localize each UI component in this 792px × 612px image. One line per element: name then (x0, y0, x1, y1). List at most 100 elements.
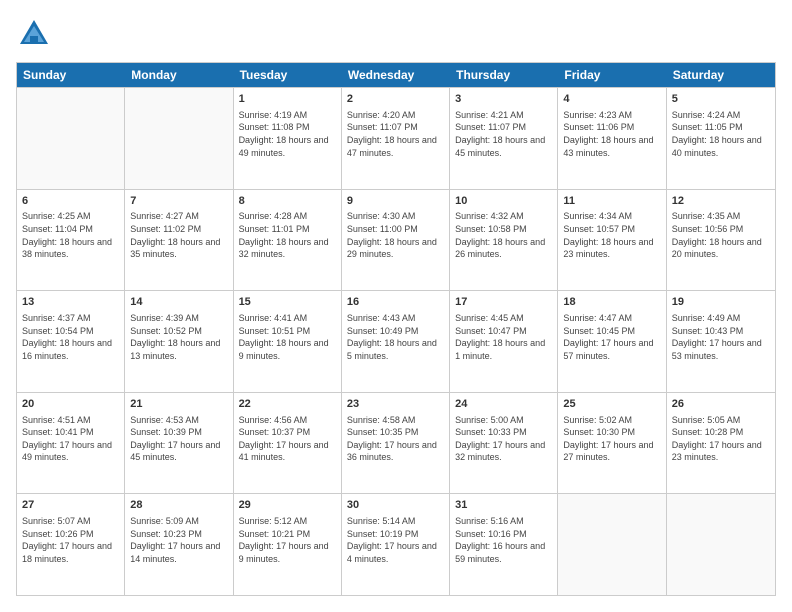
cell-info: Sunrise: 5:12 AM Sunset: 10:21 PM Daylig… (239, 515, 336, 565)
table-row: 2 Sunrise: 4:20 AM Sunset: 11:07 PM Dayli… (342, 88, 450, 189)
calendar-week: 13Sunrise: 4:37 AM Sunset: 10:54 PM Dayl… (17, 290, 775, 392)
table-row: 7Sunrise: 4:27 AM Sunset: 11:02 PM Dayli… (125, 190, 233, 291)
cell-info: Sunrise: 4:51 AM Sunset: 10:41 PM Daylig… (22, 414, 119, 464)
day-number: 16 (347, 295, 444, 310)
cell-info: Sunrise: 4:34 AM Sunset: 10:57 PM Daylig… (563, 210, 660, 260)
table-row: 15 Sunrise: 4:41 AM Sunset: 10:51 PM Dayl… (234, 291, 342, 392)
day-number: 31 (455, 498, 552, 513)
day-number: 7 (130, 194, 227, 209)
table-row: 24 Sunrise: 5:00 AM Sunset: 10:33 PM Dayl… (450, 393, 558, 494)
day-number: 21 (130, 397, 227, 412)
day-number: 5 (672, 92, 770, 107)
page: SundayMondayTuesdayWednesdayThursdayFrid… (0, 0, 792, 612)
cell-info: Sunrise: 5:14 AM Sunset: 10:19 PM Daylig… (347, 515, 444, 565)
calendar-week: 27Sunrise: 5:07 AM Sunset: 10:26 PM Dayl… (17, 493, 775, 595)
day-number: 29 (239, 498, 336, 513)
day-number: 3 (455, 92, 552, 107)
table-row: 16 Sunrise: 4:43 AM Sunset: 10:49 PM Dayl… (342, 291, 450, 392)
day-number: 26 (672, 397, 770, 412)
table-row: 19 Sunrise: 4:49 AM Sunset: 10:43 PM Dayl… (667, 291, 775, 392)
calendar: SundayMondayTuesdayWednesdayThursdayFrid… (16, 62, 776, 596)
day-number: 10 (455, 194, 552, 209)
cell-info: Sunrise: 5:09 AM Sunset: 10:23 PM Daylig… (130, 515, 227, 565)
calendar-header: SundayMondayTuesdayWednesdayThursdayFrid… (17, 63, 775, 87)
cell-info: Sunrise: 5:16 AM Sunset: 10:16 PM Daylig… (455, 515, 552, 565)
day-number: 15 (239, 295, 336, 310)
cell-info: Sunrise: 4:49 AM Sunset: 10:43 PM Daylig… (672, 312, 770, 362)
day-number: 19 (672, 295, 770, 310)
table-row: 5 Sunrise: 4:24 AM Sunset: 11:05 PM Dayli… (667, 88, 775, 189)
calendar-header-day: Monday (125, 63, 233, 87)
table-row: 23 Sunrise: 4:58 AM Sunset: 10:35 PM Dayl… (342, 393, 450, 494)
cell-info: Sunrise: 4:19 AM Sunset: 11:08 PM Daylig… (239, 109, 336, 159)
table-row: 13Sunrise: 4:37 AM Sunset: 10:54 PM Dayl… (17, 291, 125, 392)
day-number: 25 (563, 397, 660, 412)
day-number: 22 (239, 397, 336, 412)
cell-info: Sunrise: 4:23 AM Sunset: 11:06 PM Daylig… (563, 109, 660, 159)
calendar-header-day: Wednesday (342, 63, 450, 87)
table-row: 12Sunrise: 4:35 AM Sunset: 10:56 PM Dayl… (667, 190, 775, 291)
day-number: 1 (239, 92, 336, 107)
table-row: 25Sunrise: 5:02 AM Sunset: 10:30 PM Dayl… (558, 393, 666, 494)
table-row (17, 88, 125, 189)
cell-info: Sunrise: 4:53 AM Sunset: 10:39 PM Daylig… (130, 414, 227, 464)
table-row: 28Sunrise: 5:09 AM Sunset: 10:23 PM Dayl… (125, 494, 233, 595)
calendar-header-day: Sunday (17, 63, 125, 87)
table-row: 18Sunrise: 4:47 AM Sunset: 10:45 PM Dayl… (558, 291, 666, 392)
cell-info: Sunrise: 4:35 AM Sunset: 10:56 PM Daylig… (672, 210, 770, 260)
table-row: 6Sunrise: 4:25 AM Sunset: 11:04 PM Dayli… (17, 190, 125, 291)
day-number: 23 (347, 397, 444, 412)
table-row: 11Sunrise: 4:34 AM Sunset: 10:57 PM Dayl… (558, 190, 666, 291)
cell-info: Sunrise: 4:39 AM Sunset: 10:52 PM Daylig… (130, 312, 227, 362)
day-number: 2 (347, 92, 444, 107)
cell-info: Sunrise: 4:43 AM Sunset: 10:49 PM Daylig… (347, 312, 444, 362)
day-number: 13 (22, 295, 119, 310)
calendar-week: 1 Sunrise: 4:19 AM Sunset: 11:08 PM Dayli… (17, 87, 775, 189)
logo (16, 16, 56, 52)
logo-icon (16, 16, 52, 52)
table-row: 8Sunrise: 4:28 AM Sunset: 11:01 PM Dayli… (234, 190, 342, 291)
table-row: 27Sunrise: 5:07 AM Sunset: 10:26 PM Dayl… (17, 494, 125, 595)
day-number: 30 (347, 498, 444, 513)
cell-info: Sunrise: 4:32 AM Sunset: 10:58 PM Daylig… (455, 210, 552, 260)
table-row: 10Sunrise: 4:32 AM Sunset: 10:58 PM Dayl… (450, 190, 558, 291)
cell-info: Sunrise: 4:30 AM Sunset: 11:00 PM Daylig… (347, 210, 444, 260)
cell-info: Sunrise: 4:20 AM Sunset: 11:07 PM Daylig… (347, 109, 444, 159)
calendar-week: 20 Sunrise: 4:51 AM Sunset: 10:41 PM Dayl… (17, 392, 775, 494)
table-row: 9Sunrise: 4:30 AM Sunset: 11:00 PM Dayli… (342, 190, 450, 291)
day-number: 8 (239, 194, 336, 209)
table-row: 17 Sunrise: 4:45 AM Sunset: 10:47 PM Dayl… (450, 291, 558, 392)
cell-info: Sunrise: 4:56 AM Sunset: 10:37 PM Daylig… (239, 414, 336, 464)
cell-info: Sunrise: 4:25 AM Sunset: 11:04 PM Daylig… (22, 210, 119, 260)
table-row: 14 Sunrise: 4:39 AM Sunset: 10:52 PM Dayl… (125, 291, 233, 392)
cell-info: Sunrise: 4:41 AM Sunset: 10:51 PM Daylig… (239, 312, 336, 362)
day-number: 18 (563, 295, 660, 310)
day-number: 20 (22, 397, 119, 412)
calendar-body: 1 Sunrise: 4:19 AM Sunset: 11:08 PM Dayli… (17, 87, 775, 595)
header (16, 16, 776, 52)
table-row: 4 Sunrise: 4:23 AM Sunset: 11:06 PM Dayli… (558, 88, 666, 189)
calendar-header-day: Saturday (667, 63, 775, 87)
table-row: 29 Sunrise: 5:12 AM Sunset: 10:21 PM Dayl… (234, 494, 342, 595)
table-row: 26Sunrise: 5:05 AM Sunset: 10:28 PM Dayl… (667, 393, 775, 494)
cell-info: Sunrise: 5:07 AM Sunset: 10:26 PM Daylig… (22, 515, 119, 565)
table-row: 30 Sunrise: 5:14 AM Sunset: 10:19 PM Dayl… (342, 494, 450, 595)
day-number: 4 (563, 92, 660, 107)
day-number: 14 (130, 295, 227, 310)
day-number: 9 (347, 194, 444, 209)
day-number: 17 (455, 295, 552, 310)
cell-info: Sunrise: 4:28 AM Sunset: 11:01 PM Daylig… (239, 210, 336, 260)
table-row: 31 Sunrise: 5:16 AM Sunset: 10:16 PM Dayl… (450, 494, 558, 595)
calendar-header-day: Friday (558, 63, 666, 87)
cell-info: Sunrise: 4:58 AM Sunset: 10:35 PM Daylig… (347, 414, 444, 464)
table-row (125, 88, 233, 189)
day-number: 24 (455, 397, 552, 412)
table-row: 22 Sunrise: 4:56 AM Sunset: 10:37 PM Dayl… (234, 393, 342, 494)
table-row: 20 Sunrise: 4:51 AM Sunset: 10:41 PM Dayl… (17, 393, 125, 494)
cell-info: Sunrise: 4:27 AM Sunset: 11:02 PM Daylig… (130, 210, 227, 260)
cell-info: Sunrise: 4:45 AM Sunset: 10:47 PM Daylig… (455, 312, 552, 362)
day-number: 6 (22, 194, 119, 209)
calendar-week: 6Sunrise: 4:25 AM Sunset: 11:04 PM Dayli… (17, 189, 775, 291)
cell-info: Sunrise: 5:00 AM Sunset: 10:33 PM Daylig… (455, 414, 552, 464)
cell-info: Sunrise: 4:24 AM Sunset: 11:05 PM Daylig… (672, 109, 770, 159)
